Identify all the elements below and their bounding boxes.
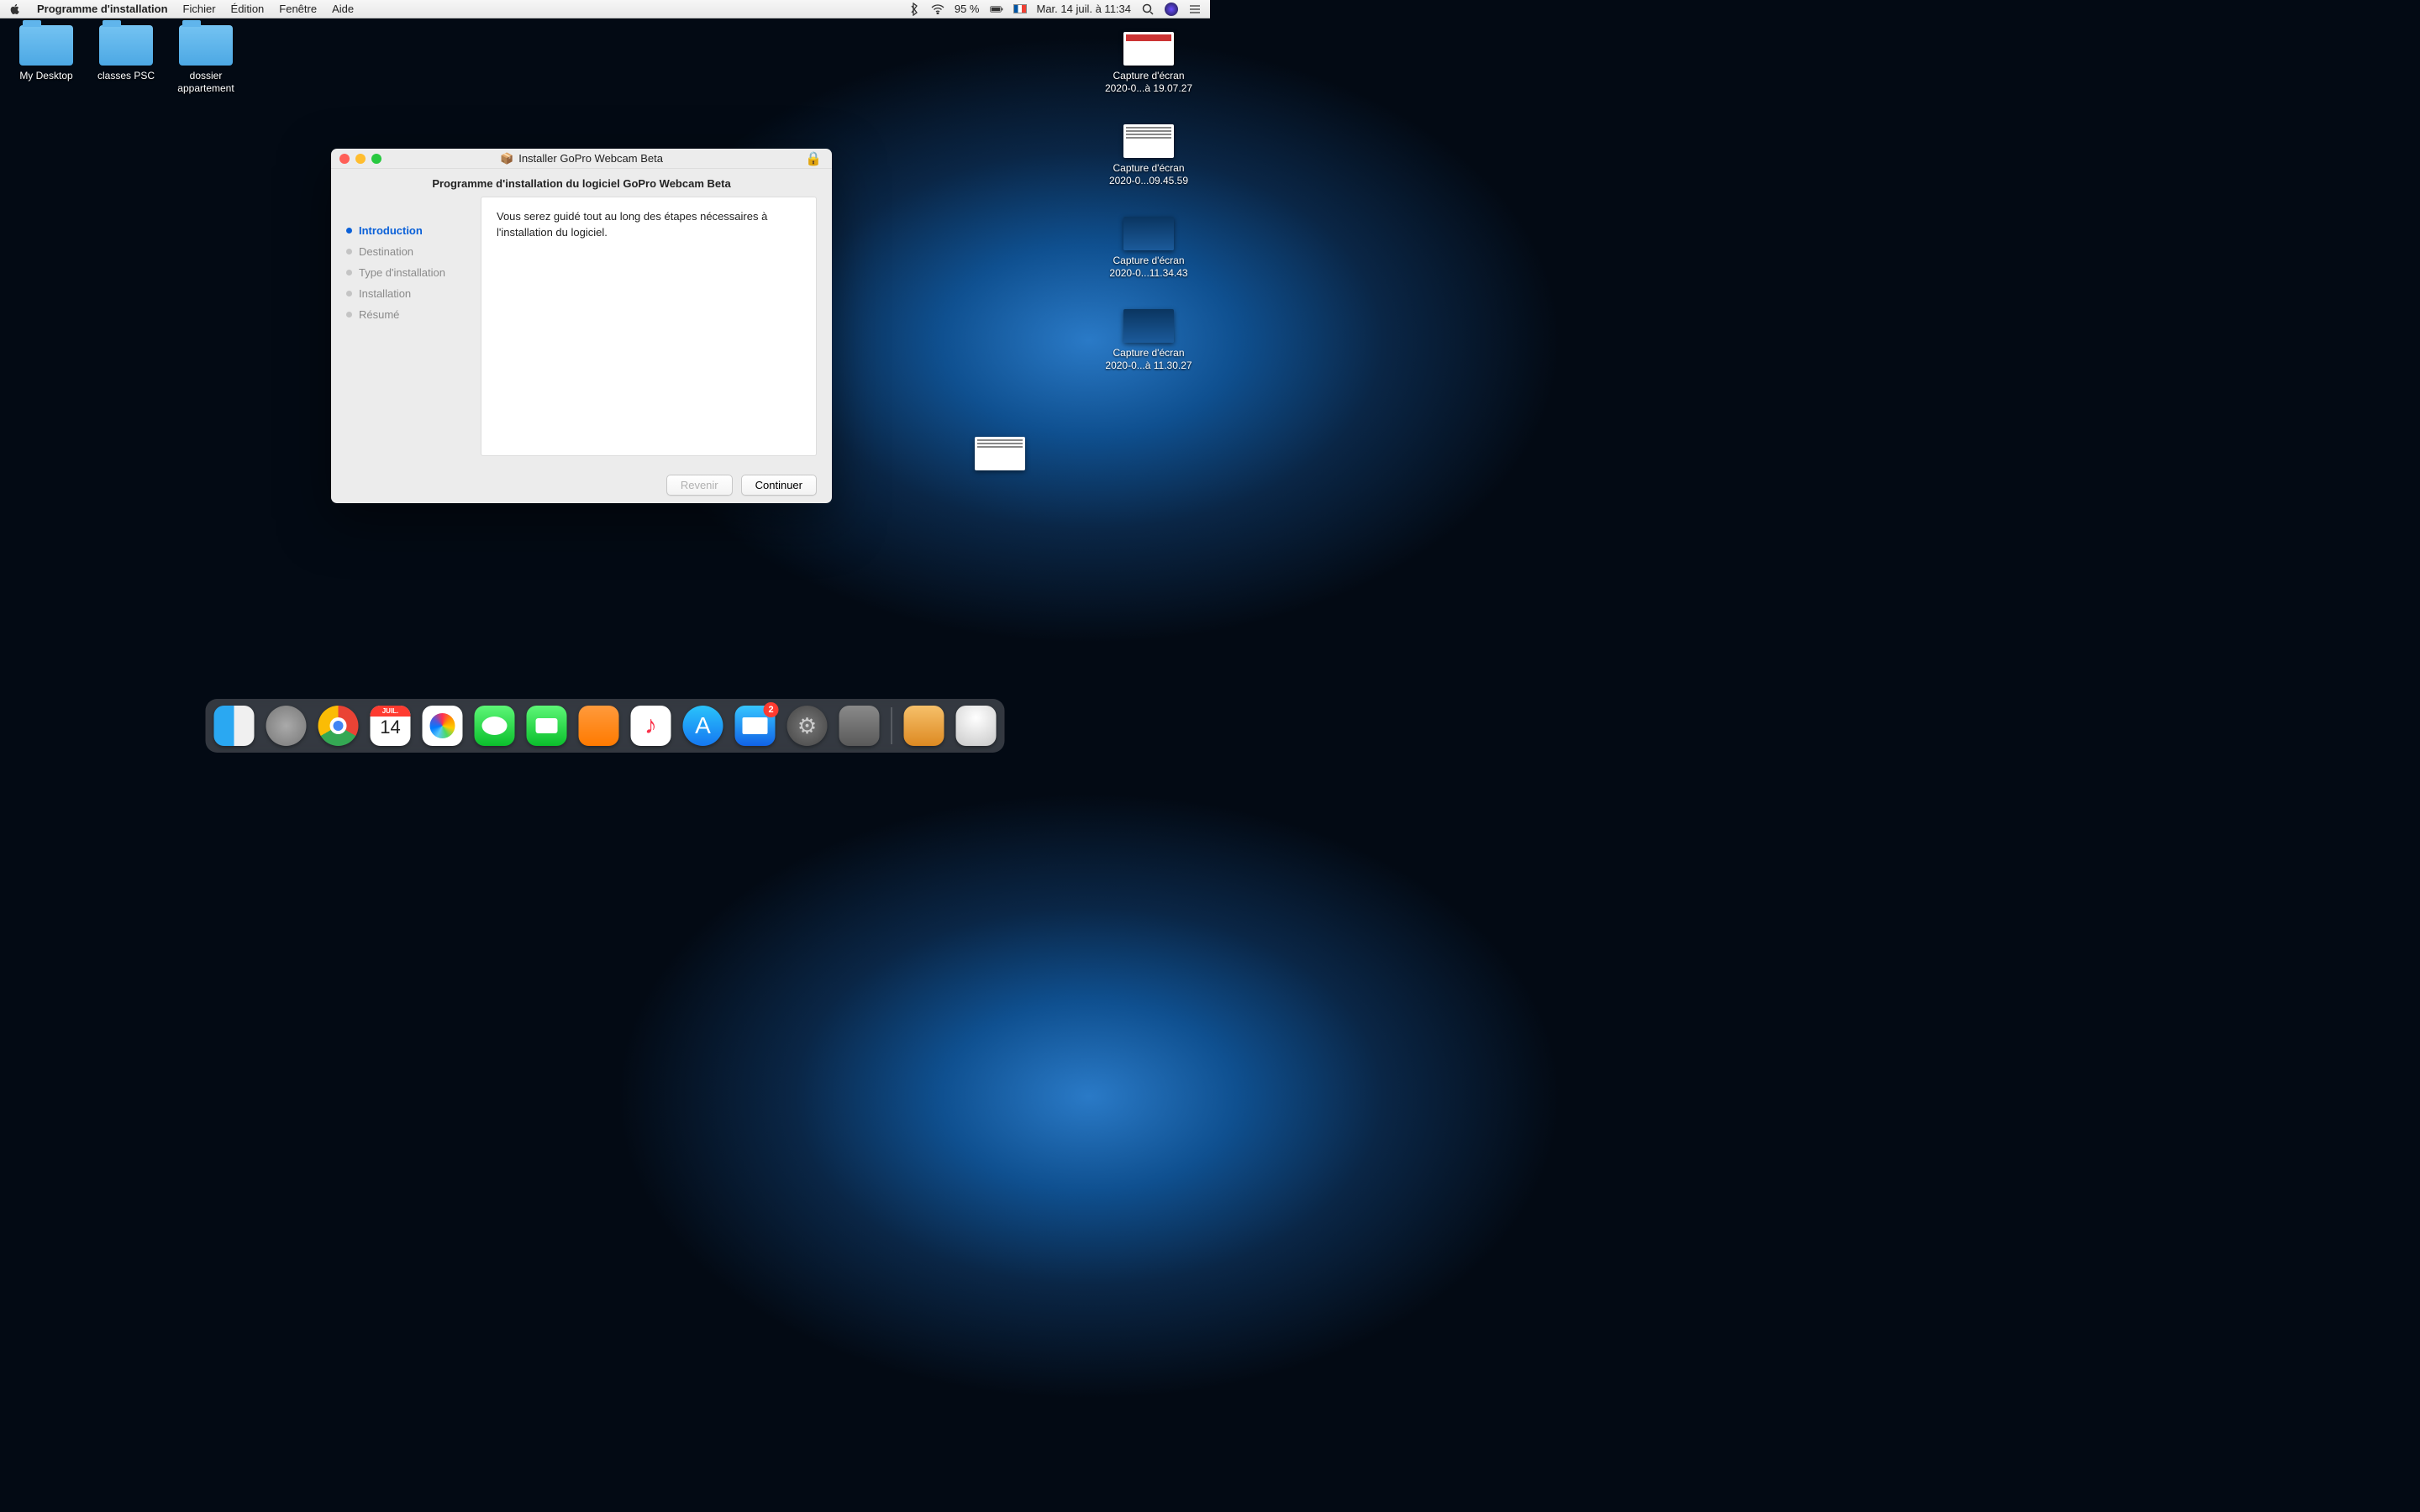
datetime[interactable]: Mar. 14 juil. à 11:34 [1037,3,1132,15]
icon-label: Capture d'écran 2020-0...à 11.30.27 [1102,347,1195,372]
step-destination: Destination [346,241,481,262]
screenshot-3[interactable]: Capture d'écran 2020-0...11.34.43 [1102,217,1195,280]
file-thumb-icon [1123,309,1174,343]
launchpad-app[interactable] [266,706,307,746]
notification-center-icon[interactable] [1188,3,1202,16]
step-label: Introduction [359,224,423,237]
menu-file[interactable]: Fichier [183,3,216,15]
step-label: Résumé [359,308,399,321]
intro-text: Vous serez guidé tout au long des étapes… [497,210,767,239]
icon-label: classes PSC [88,70,164,82]
folder-icon [99,25,153,66]
step-label: Type d'installation [359,266,445,279]
lock-icon[interactable]: 🔒 [805,150,822,167]
facetime-app[interactable] [527,706,567,746]
messages-app[interactable] [475,706,515,746]
chrome-app[interactable] [318,706,359,746]
button-bar: Revenir Continuer [331,466,832,503]
icon-label: Capture d'écran 2020-0...09.45.59 [1102,162,1195,187]
step-dot-icon [346,270,352,276]
screenshot-4[interactable]: Capture d'écran 2020-0...à 11.30.27 [1102,309,1195,372]
bluetooth-icon[interactable] [908,3,921,16]
folder-icon [179,25,233,66]
folder-my-desktop[interactable]: My Desktop [8,25,84,82]
icon-label: Capture d'écran 2020-0...11.34.43 [1102,255,1195,280]
continue-button[interactable]: Continuer [741,475,817,496]
trash[interactable] [956,706,997,746]
menu-help[interactable]: Aide [332,3,354,15]
apple-menu[interactable] [8,3,22,16]
step-installation: Installation [346,283,481,304]
menubar-left: Programme d'installation Fichier Édition… [8,3,354,16]
icon-label: My Desktop [8,70,84,82]
traffic-lights [339,154,381,164]
input-source-flag[interactable] [1013,4,1027,13]
spotlight-icon[interactable] [1141,3,1155,16]
file-thumb-icon [1123,217,1174,250]
pages-app[interactable] [579,706,619,746]
installer-subtitle: Programme d'installation du logiciel GoP… [331,169,832,197]
window-title: 📦 Installer GoPro Webcam Beta [500,152,663,165]
file-thumb-icon [975,437,1025,470]
music-app[interactable]: ♪ [631,706,671,746]
mail-badge: 2 [764,702,779,717]
calendar-app[interactable]: JUIL. 14 [371,706,411,746]
step-summary: Résumé [346,304,481,325]
screenshot-floating[interactable] [975,437,1025,470]
appstore-app[interactable]: A [683,706,723,746]
close-button[interactable] [339,154,350,164]
titlebar[interactable]: 📦 Installer GoPro Webcam Beta 🔒 [331,149,832,169]
calendar-month: JUIL. [371,706,411,717]
window-title-text: Installer GoPro Webcam Beta [518,152,663,165]
menubar-right: 95 % Mar. 14 juil. à 11:34 [908,3,1202,16]
siri-icon[interactable] [1165,3,1178,16]
step-list: Introduction Destination Type d'installa… [346,197,481,466]
photos-app[interactable] [423,706,463,746]
calendar-day: 14 [380,717,400,738]
dock: JUIL. 14 ♪ A 2 ⚙ [206,699,1005,753]
icon-label: Capture d'écran 2020-0...à 19.07.27 [1102,70,1195,95]
battery-icon[interactable] [990,3,1003,16]
dropzone-app[interactable] [839,706,880,746]
screenshot-1[interactable]: Capture d'écran 2020-0...à 19.07.27 [1102,32,1195,95]
step-label: Destination [359,245,413,258]
menubar: Programme d'installation Fichier Édition… [0,0,1210,18]
step-dot-icon [346,312,352,318]
icon-label: dossier appartement [168,70,244,95]
step-introduction: Introduction [346,220,481,241]
folder-dossier-appartement[interactable]: dossier appartement [168,25,244,95]
minimize-button[interactable] [355,154,366,164]
step-dot-icon [346,291,352,297]
content-panel: Vous serez guidé tout au long des étapes… [481,197,817,456]
downloads-stack[interactable] [904,706,944,746]
wifi-icon[interactable] [931,3,944,16]
zoom-button[interactable] [371,154,381,164]
back-button: Revenir [666,475,733,496]
step-type: Type d'installation [346,262,481,283]
folder-classes-psc[interactable]: classes PSC [88,25,164,82]
menu-window[interactable]: Fenêtre [279,3,317,15]
installer-window: 📦 Installer GoPro Webcam Beta 🔒 Programm… [331,149,832,503]
folder-icon [19,25,73,66]
app-title[interactable]: Programme d'installation [37,3,168,15]
screenshot-2[interactable]: Capture d'écran 2020-0...09.45.59 [1102,124,1195,187]
step-dot-icon [346,249,352,255]
file-thumb-icon [1123,124,1174,158]
step-label: Installation [359,287,411,300]
battery-pct[interactable]: 95 % [955,3,980,15]
file-thumb-icon [1123,32,1174,66]
step-dot-icon [346,228,352,234]
system-preferences-app[interactable]: ⚙ [787,706,828,746]
installer-body: Introduction Destination Type d'installa… [331,197,832,466]
mail-app[interactable]: 2 [735,706,776,746]
package-icon: 📦 [500,152,513,165]
finder-app[interactable] [214,706,255,746]
menu-edit[interactable]: Édition [231,3,265,15]
